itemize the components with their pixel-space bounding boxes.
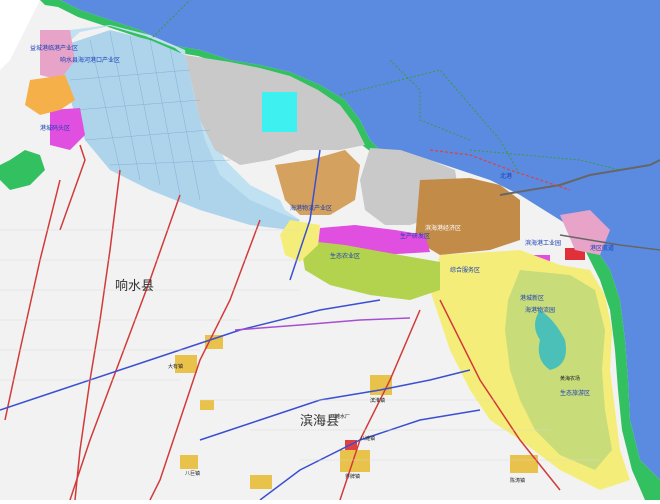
- place-label-8: 黄海农场: [560, 375, 580, 382]
- village-8: [200, 400, 214, 410]
- zone-label-west: 综合服务区: [450, 266, 480, 274]
- zone-label-se: 港城新区: [520, 294, 544, 302]
- village-3: [370, 375, 392, 395]
- zone-label-lake: 生产研发区: [400, 232, 430, 240]
- zone-label-port-east: 港区航道: [590, 244, 614, 252]
- place-label-4: 滨淮镇: [370, 397, 385, 404]
- zone-label-tl-2: 响水县海河港口产业区: [60, 56, 120, 64]
- zone-label-port-area: 港城码头区: [40, 124, 70, 132]
- place-label-2: 八滩镇: [360, 435, 375, 442]
- planning-map: 响水县 滨海县 益城港临港产业区 响水县海河港口产业区 港城码头区 生态农业区 …: [0, 0, 660, 501]
- zone-label-mid: 生态农业区: [330, 252, 360, 260]
- village-6: [180, 455, 198, 469]
- zone-label-bay: 北港: [500, 172, 512, 180]
- place-label-1: 八滩水厂: [330, 413, 350, 420]
- zone-label-mid-2: 海港物流产业区: [290, 204, 332, 212]
- place-label-7: 八巨镇: [185, 470, 200, 477]
- zone-label-south: 海港物流园: [525, 306, 555, 314]
- county-xiangshui: 响水县: [115, 278, 154, 294]
- place-label-3: 大有镇: [168, 363, 183, 370]
- zone-label-east: 滨海港工业园: [525, 239, 561, 247]
- map-canvas: 响水县 滨海县 益城港临港产业区 响水县海河港口产业区 港城码头区 生态农业区 …: [0, 0, 660, 501]
- zone-cyan: [262, 92, 297, 132]
- zone-label-se-2: 生态旅游区: [560, 389, 590, 397]
- place-label-6: 陈涛镇: [510, 477, 525, 484]
- zone-brown-1: [415, 178, 520, 255]
- zone-label-center: 滨海港经济区: [425, 224, 461, 232]
- zone-label-tl: 益城港临港产业区: [30, 44, 78, 52]
- village-7: [250, 475, 272, 489]
- place-label-5: 界牌镇: [345, 473, 360, 480]
